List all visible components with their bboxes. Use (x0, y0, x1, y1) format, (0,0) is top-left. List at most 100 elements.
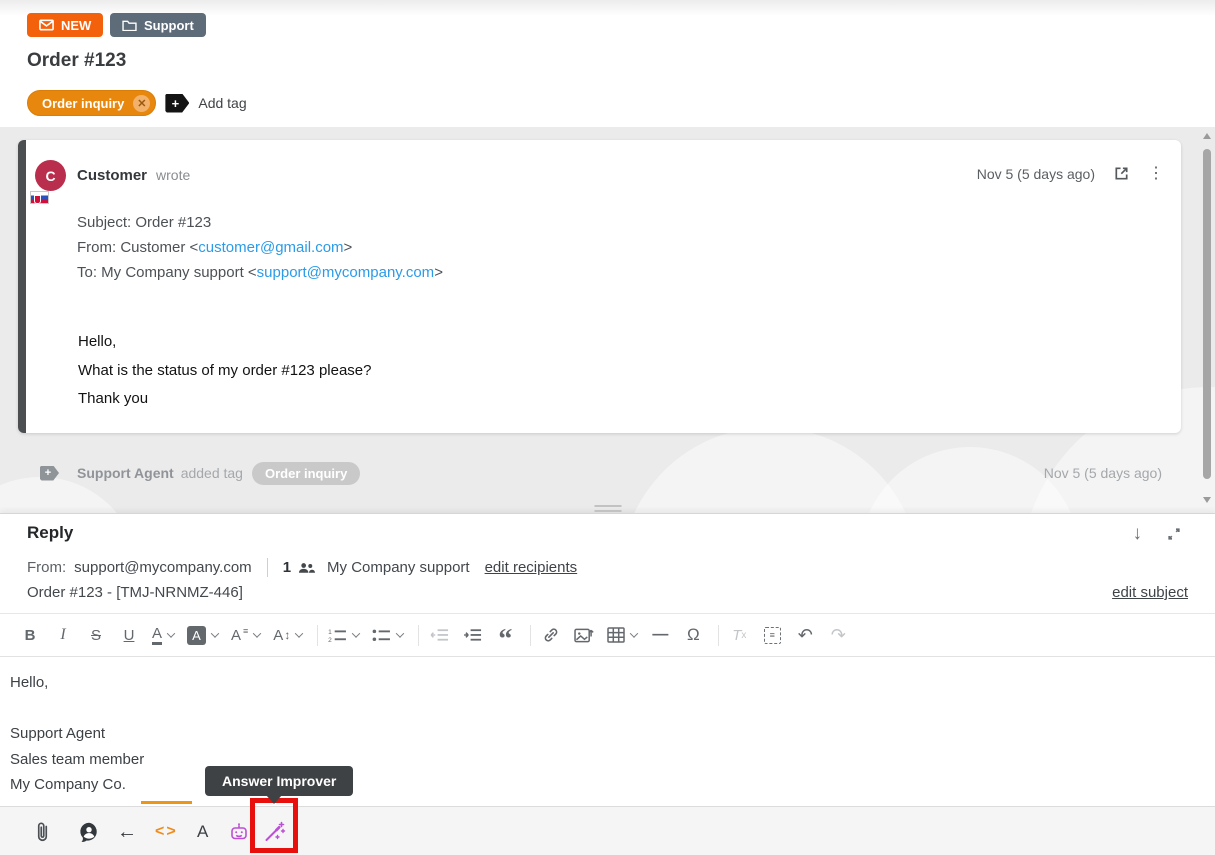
event-date: Nov 5 (5 days ago) (1044, 465, 1162, 481)
folder-icon (122, 19, 137, 31)
slovakia-flag-icon (30, 191, 49, 204)
chevron-down-icon (253, 629, 261, 637)
tag-order-inquiry[interactable]: Order inquiry ✕ (27, 90, 156, 116)
chevron-down-icon (295, 629, 303, 637)
font-color-button[interactable]: A (152, 621, 174, 649)
tag-label: Order inquiry (42, 96, 124, 111)
envelope-icon (39, 19, 54, 31)
clear-formatting-button: Tx (729, 621, 749, 649)
redo-button: ↷ (828, 621, 848, 649)
insert-table-button[interactable] (607, 621, 637, 649)
message-action: wrote (156, 167, 190, 183)
edit-subject-link[interactable]: edit subject (1112, 584, 1188, 601)
bold-button[interactable]: B (20, 621, 40, 649)
toolbar-divider (530, 625, 531, 646)
undo-button[interactable]: ↶ (795, 621, 815, 649)
recipients-icon (298, 562, 315, 574)
chevron-down-icon (211, 629, 219, 637)
scrollbar-thumb[interactable] (1203, 149, 1211, 479)
ticket-event-row: + Support Agent added tag Order inquiry … (0, 460, 1215, 486)
add-tag-label[interactable]: Add tag (198, 95, 246, 111)
italic-button[interactable]: I (53, 621, 73, 649)
background-color-button[interactable]: A (187, 621, 218, 649)
ticket-thread: C Customer wrote Nov 5 (5 days ago) ⋮ Su… (0, 127, 1215, 513)
scroll-up-icon[interactable] (1203, 133, 1211, 139)
reply-editor[interactable]: Hello, Support Agent Sales team member M… (0, 657, 1215, 806)
email-body: Hello, What is the status of my order #1… (78, 328, 372, 414)
resize-handle[interactable] (594, 505, 621, 512)
new-ticket-label: NEW (61, 18, 91, 33)
scroll-down-icon[interactable] (1203, 497, 1211, 503)
paperclip-icon (36, 821, 49, 844)
to-email-link[interactable]: support@mycompany.com (257, 264, 435, 281)
formatting-toolbar: B I S U A A A ≡ A ↕ (0, 613, 1215, 657)
strikethrough-button[interactable]: S (86, 621, 106, 649)
remove-tag-icon[interactable]: ✕ (133, 95, 150, 112)
message-accent-bar (18, 140, 26, 433)
body-line: Hello, (78, 328, 372, 357)
email-headers: Subject: Order #123 From: Customer <cust… (77, 210, 443, 285)
answer-improver-tooltip: Answer Improver (205, 766, 353, 796)
edit-recipients-link[interactable]: edit recipients (485, 559, 578, 576)
indent-button[interactable] (462, 621, 482, 649)
open-in-new-window-icon[interactable] (1113, 165, 1130, 182)
message-meta: Nov 5 (5 days ago) ⋮ (977, 165, 1164, 182)
department-label: Support (144, 18, 194, 33)
select-all-button[interactable]: ≡ (762, 621, 782, 649)
font-size-button[interactable]: A ↕ (273, 621, 302, 649)
bullet-list-button[interactable] (372, 621, 403, 649)
insert-link-button[interactable] (541, 621, 561, 649)
page-title: Order #123 (27, 50, 126, 72)
editor-line: Hello, (10, 670, 1205, 696)
reply-from-row: From: support@mycompany.com 1 My Company… (27, 558, 577, 577)
new-ticket-button[interactable]: NEW (27, 13, 103, 37)
email-to-line: To: My Company support <support@mycompan… (77, 260, 443, 285)
from-email-link[interactable]: customer@gmail.com (198, 239, 343, 256)
department-button[interactable]: Support (110, 13, 206, 37)
canned-messages-button[interactable] (78, 807, 100, 855)
reply-panel: Reply ↓ From: support@mycompany.com 1 My… (0, 513, 1215, 855)
event-tag-badge: Order inquiry (252, 462, 360, 485)
editor-line: Sales team member (10, 747, 1205, 773)
toolbar-divider (718, 625, 719, 646)
ticket-header: NEW Support Order #123 Order inquiry ✕ +… (0, 0, 1215, 127)
kebab-menu-icon[interactable]: ⋮ (1148, 166, 1164, 182)
horizontal-line-button[interactable]: — (650, 621, 670, 649)
add-tag-icon[interactable]: + (165, 94, 189, 113)
body-line: Thank you (78, 385, 372, 414)
ordered-list-button[interactable]: 12 (328, 621, 359, 649)
chevron-down-icon (630, 629, 638, 637)
ticket-view: NEW Support Order #123 Order inquiry ✕ +… (0, 0, 1215, 855)
email-subject-line: Subject: Order #123 (77, 210, 443, 235)
answer-improver-button[interactable] (262, 807, 286, 855)
reply-subject[interactable]: Order #123 - [TMJ-NRNMZ-446] (27, 584, 243, 601)
expand-icon[interactable] (1166, 526, 1182, 542)
quote-reply-button[interactable]: ← (117, 807, 137, 855)
from-label: From: (27, 559, 66, 576)
reply-from-email[interactable]: support@mycompany.com (74, 559, 252, 576)
editor-line: My Company Co. (10, 772, 1205, 798)
insert-image-button[interactable] (574, 621, 594, 649)
ai-assistant-button[interactable] (229, 807, 249, 855)
toolbar-divider (418, 625, 419, 646)
message-header: Customer wrote (77, 167, 190, 184)
collapse-reply-icon[interactable]: ↓ (1133, 524, 1143, 543)
avatar: C (35, 160, 66, 191)
blockquote-button[interactable]: “ (495, 621, 515, 649)
underline-button[interactable]: U (119, 621, 139, 649)
text-format-button[interactable]: A (197, 807, 208, 855)
thread-scrollbar[interactable] (1201, 127, 1214, 513)
reply-title: Reply (27, 523, 73, 543)
robot-icon (229, 822, 249, 842)
chevron-down-icon (352, 629, 360, 637)
event-author: Support Agent (77, 465, 174, 481)
attach-file-button[interactable] (36, 807, 49, 855)
html-source-button[interactable]: <> (155, 807, 178, 855)
font-family-button[interactable]: A ≡ (231, 621, 260, 649)
recipient-count: 1 (283, 559, 291, 576)
email-from-line: From: Customer <customer@gmail.com> (77, 235, 443, 260)
drag-indicator (141, 801, 192, 804)
message-date: Nov 5 (5 days ago) (977, 166, 1095, 182)
special-character-button[interactable]: Ω (683, 621, 703, 649)
editor-line: Support Agent (10, 721, 1205, 747)
